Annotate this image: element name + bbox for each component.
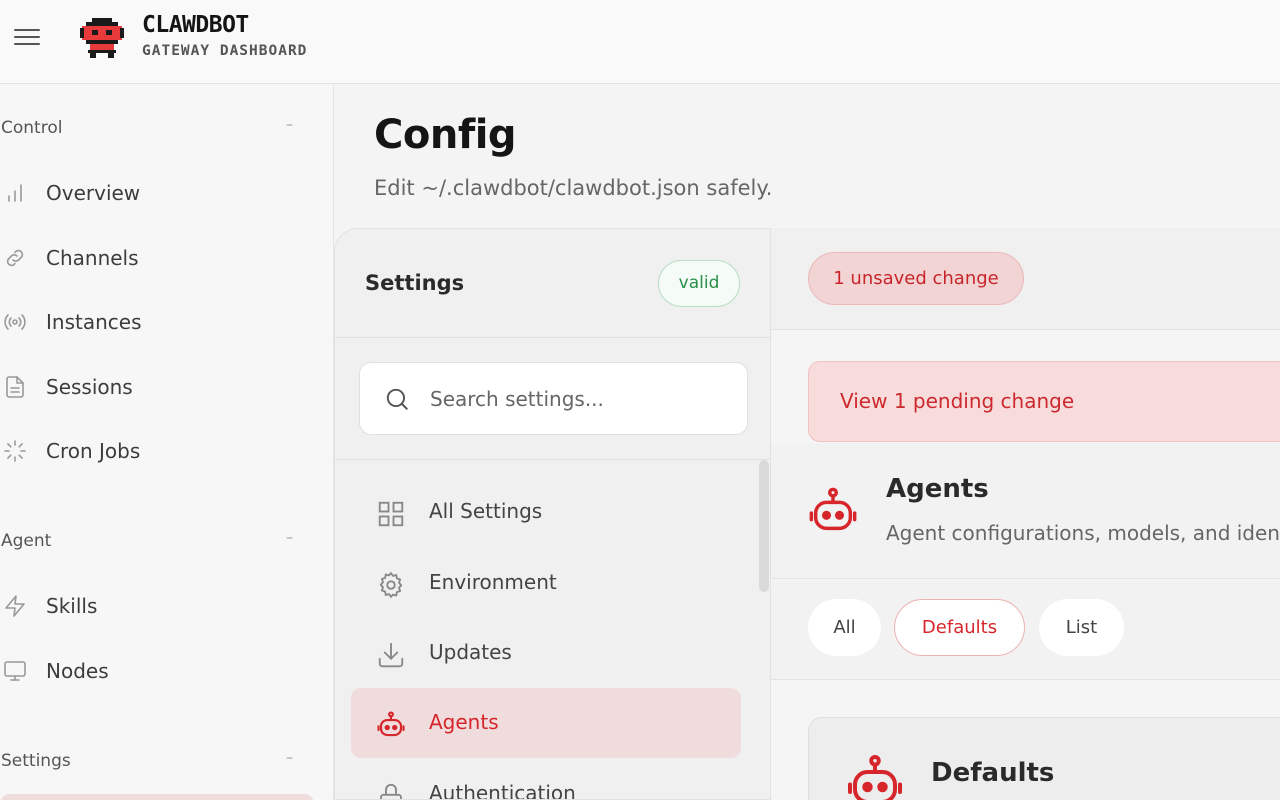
sidebar-item-label: Cron Jobs <box>46 439 141 463</box>
brand-subtitle: GATEWAY DASHBOARD <box>142 43 308 59</box>
sidebar-item-skills[interactable]: Skills <box>0 583 320 629</box>
top-bar: CLAWDBOT GATEWAY DASHBOARD <box>0 0 1280 84</box>
sidebar-item-overview[interactable]: Overview <box>0 170 320 216</box>
loader-icon <box>4 440 26 462</box>
search-area <box>335 339 770 460</box>
pending-label: View 1 pending change <box>840 389 1075 413</box>
settings-title: Settings <box>365 271 465 295</box>
collapse-icon[interactable]: – <box>286 117 293 133</box>
filter-all[interactable]: All <box>808 599 881 656</box>
grid-icon <box>378 501 404 527</box>
settings-item-label: Agents <box>429 710 499 734</box>
sidebar-item-nodes[interactable]: Nodes <box>0 648 320 694</box>
sidebar-item-label: Sessions <box>46 375 133 399</box>
settings-item-environment[interactable]: Environment <box>351 548 741 618</box>
settings-item-label: Authentication <box>429 781 576 800</box>
robot-icon <box>377 711 405 737</box>
collapse-icon[interactable]: – <box>286 750 293 766</box>
download-icon <box>378 642 404 668</box>
view-pending-button[interactable]: View 1 pending change <box>808 361 1280 442</box>
scrollbar[interactable] <box>759 460 769 592</box>
section-agent[interactable]: Agent – <box>0 530 300 555</box>
sidebar-item-instances[interactable]: Instances <box>0 299 320 345</box>
settings-item-all-settings[interactable]: All Settings <box>351 477 741 547</box>
sidebar-item-label: Instances <box>46 310 142 334</box>
status-badge: valid <box>658 260 740 307</box>
section-control[interactable]: Control – <box>0 117 300 142</box>
section-description: Agent configurations, models, and identi… <box>886 521 1280 545</box>
search-icon <box>386 388 408 410</box>
page-title: Config <box>374 112 517 158</box>
robot-icon <box>809 487 857 531</box>
sidebar-item-channels[interactable]: Channels <box>0 235 320 281</box>
bar-chart-icon <box>8 184 22 202</box>
section-label: Settings <box>1 751 71 771</box>
filter-defaults[interactable]: Defaults <box>894 599 1025 656</box>
section-settings[interactable]: Settings – <box>0 750 300 775</box>
settings-item-label: Environment <box>429 570 557 594</box>
robot-icon <box>848 755 902 800</box>
section-title: Agents <box>886 474 989 504</box>
settings-item-agents[interactable]: Agents <box>351 688 741 758</box>
settings-header: Settings valid <box>335 229 770 338</box>
search-box[interactable] <box>359 362 748 435</box>
sidebar-item-config-active[interactable] <box>0 794 314 800</box>
settings-item-label: All Settings <box>429 499 543 523</box>
clawdbot-logo <box>80 18 124 58</box>
filter-list[interactable]: List <box>1039 599 1124 656</box>
page-subtitle: Edit ~/.clawdbot/clawdbot.json safely. <box>374 176 773 200</box>
collapse-icon[interactable]: – <box>286 530 293 546</box>
section-label: Control <box>1 118 63 138</box>
settings-item-authentication[interactable]: Authentication <box>351 759 741 800</box>
settings-item-updates[interactable]: Updates <box>351 618 741 688</box>
sidebar-item-label: Channels <box>46 246 139 270</box>
sidebar: Control – Overview Channels Instances Se… <box>0 85 334 800</box>
changes-bar: 1 unsaved change <box>771 228 1280 330</box>
link-icon <box>6 249 24 267</box>
settings-item-label: Updates <box>429 640 512 664</box>
monitor-icon <box>4 661 26 681</box>
sidebar-item-label: Overview <box>46 181 141 205</box>
menu-icon[interactable] <box>14 26 42 48</box>
brand-title: CLAWDBOT <box>142 12 249 38</box>
broadcast-icon <box>4 314 26 330</box>
sidebar-item-sessions[interactable]: Sessions <box>0 364 320 410</box>
agents-section-header: Agents Agent configurations, models, and… <box>771 443 1280 579</box>
gear-icon <box>379 572 403 598</box>
sidebar-item-label: Nodes <box>46 659 109 683</box>
filter-tabs: All Defaults List <box>771 580 1280 680</box>
sidebar-item-label: Skills <box>46 594 98 618</box>
section-label: Agent <box>1 531 52 551</box>
lock-icon <box>380 783 402 799</box>
config-editor: 1 unsaved change View 1 pending change A… <box>771 228 1280 800</box>
card-title: Defaults <box>931 758 1055 788</box>
lightning-icon <box>5 595 25 617</box>
sidebar-item-cron-jobs[interactable]: Cron Jobs <box>0 428 320 474</box>
document-icon <box>6 376 24 398</box>
search-input[interactable] <box>430 379 730 419</box>
settings-panel: Settings valid All Settings Environment … <box>334 228 771 800</box>
unsaved-badge: 1 unsaved change <box>808 252 1024 305</box>
defaults-card[interactable]: Defaults <box>808 717 1280 800</box>
